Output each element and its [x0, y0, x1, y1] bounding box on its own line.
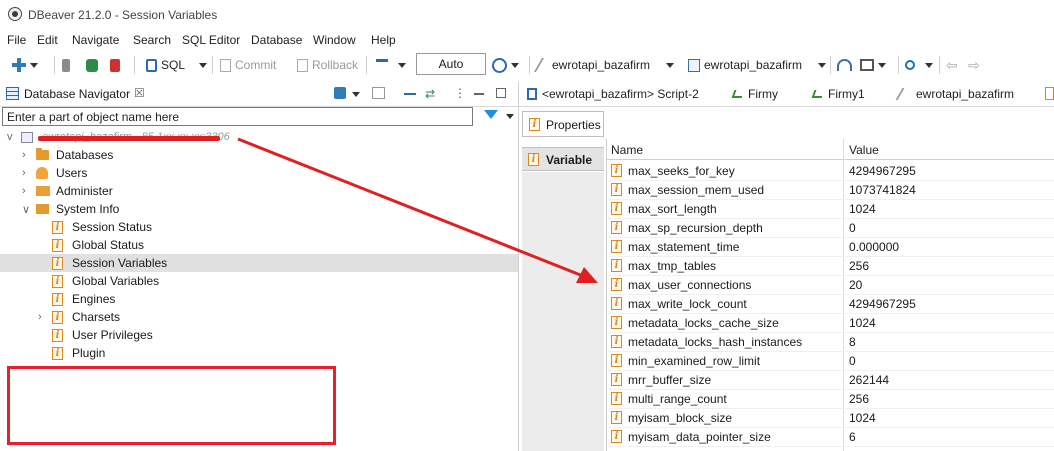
annotation-arrow	[237, 137, 598, 283]
annotation-arrow-line	[237, 137, 589, 280]
